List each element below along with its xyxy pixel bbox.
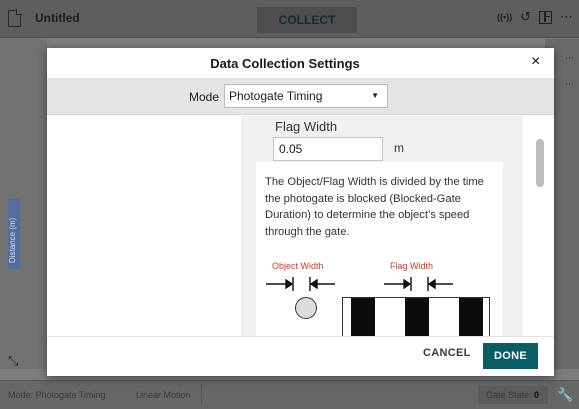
graph-left-gutter: Distance (m) ⤡ bbox=[0, 39, 47, 369]
gate-state-label: Gate State: bbox=[486, 390, 532, 400]
done-button[interactable]: DONE bbox=[483, 343, 538, 369]
mode-row: Mode Photogate Timing ▼ bbox=[47, 79, 554, 115]
layout-icon[interactable] bbox=[539, 10, 552, 24]
top-bar: Untitled COLLECT ((•)) ↺ ⋯ bbox=[0, 0, 579, 38]
graph-options-icon[interactable]: ⤡ bbox=[8, 353, 18, 369]
y-axis-label-text: Distance (m) bbox=[8, 217, 17, 263]
document-title[interactable]: Untitled bbox=[35, 11, 80, 25]
collect-button[interactable]: COLLECT bbox=[257, 7, 357, 33]
status-motion[interactable]: Linear Motion bbox=[136, 390, 191, 400]
info-text: The Object/Flag Width is divided by the … bbox=[265, 176, 484, 238]
object-circle-icon bbox=[295, 297, 317, 319]
info-card: The Object/Flag Width is divided by the … bbox=[256, 162, 503, 336]
gate-state-value: 0 bbox=[534, 390, 540, 400]
flag-stripe bbox=[459, 298, 483, 336]
settings-panel: Flag Width 0.05 m The Object/Flag Width … bbox=[241, 116, 523, 336]
file-icon[interactable] bbox=[8, 9, 22, 27]
top-icon-group: ((•)) ↺ ⋯ bbox=[497, 9, 573, 25]
cancel-button[interactable]: CANCEL bbox=[423, 347, 471, 359]
more-icon[interactable]: ⋯ bbox=[565, 79, 574, 90]
flag-stripe bbox=[405, 298, 429, 336]
flag-stripe bbox=[351, 298, 375, 336]
width-arrows-icon bbox=[266, 277, 453, 291]
status-divider bbox=[201, 385, 202, 405]
flag-width-diagram-label: Flag Width bbox=[390, 261, 434, 271]
mode-label: Mode bbox=[189, 90, 220, 104]
object-width-label: Object Width bbox=[272, 261, 324, 271]
chevron-down-icon: ▼ bbox=[371, 91, 379, 100]
dialog-header: Data Collection Settings × bbox=[47, 48, 554, 79]
flag-width-unit: m bbox=[394, 141, 404, 155]
flag-width-label: Flag Width bbox=[275, 119, 338, 134]
close-icon[interactable]: × bbox=[531, 53, 540, 71]
more-icon[interactable]: ⋯ bbox=[565, 53, 574, 64]
undo-icon[interactable]: ↺ bbox=[520, 9, 531, 25]
dialog-title: Data Collection Settings bbox=[210, 56, 360, 71]
flag-picket-icon bbox=[342, 297, 490, 336]
y-axis-label[interactable]: Distance (m) bbox=[8, 199, 20, 269]
status-bar: Mode: Photogate Timing Linear Motion Gat… bbox=[0, 380, 579, 409]
scrollbar[interactable] bbox=[536, 139, 544, 187]
status-mode[interactable]: Mode: Photogate Timing bbox=[8, 390, 106, 400]
mode-select-value: Photogate Timing bbox=[229, 89, 323, 103]
wireless-icon[interactable]: ((•)) bbox=[497, 12, 512, 22]
dialog-body: Flag Width 0.05 m The Object/Flag Width … bbox=[47, 116, 554, 336]
mode-select[interactable]: Photogate Timing ▼ bbox=[224, 84, 388, 108]
data-collection-settings-dialog: Data Collection Settings × Mode Photogat… bbox=[47, 48, 554, 376]
tools-icon[interactable]: 🔧 bbox=[557, 387, 573, 403]
more-icon[interactable]: ⋯ bbox=[560, 9, 573, 25]
gate-state-badge[interactable]: Gate State: 0 bbox=[478, 386, 548, 404]
dialog-footer: CANCEL DONE bbox=[47, 336, 554, 376]
flag-width-input[interactable]: 0.05 bbox=[273, 137, 383, 161]
